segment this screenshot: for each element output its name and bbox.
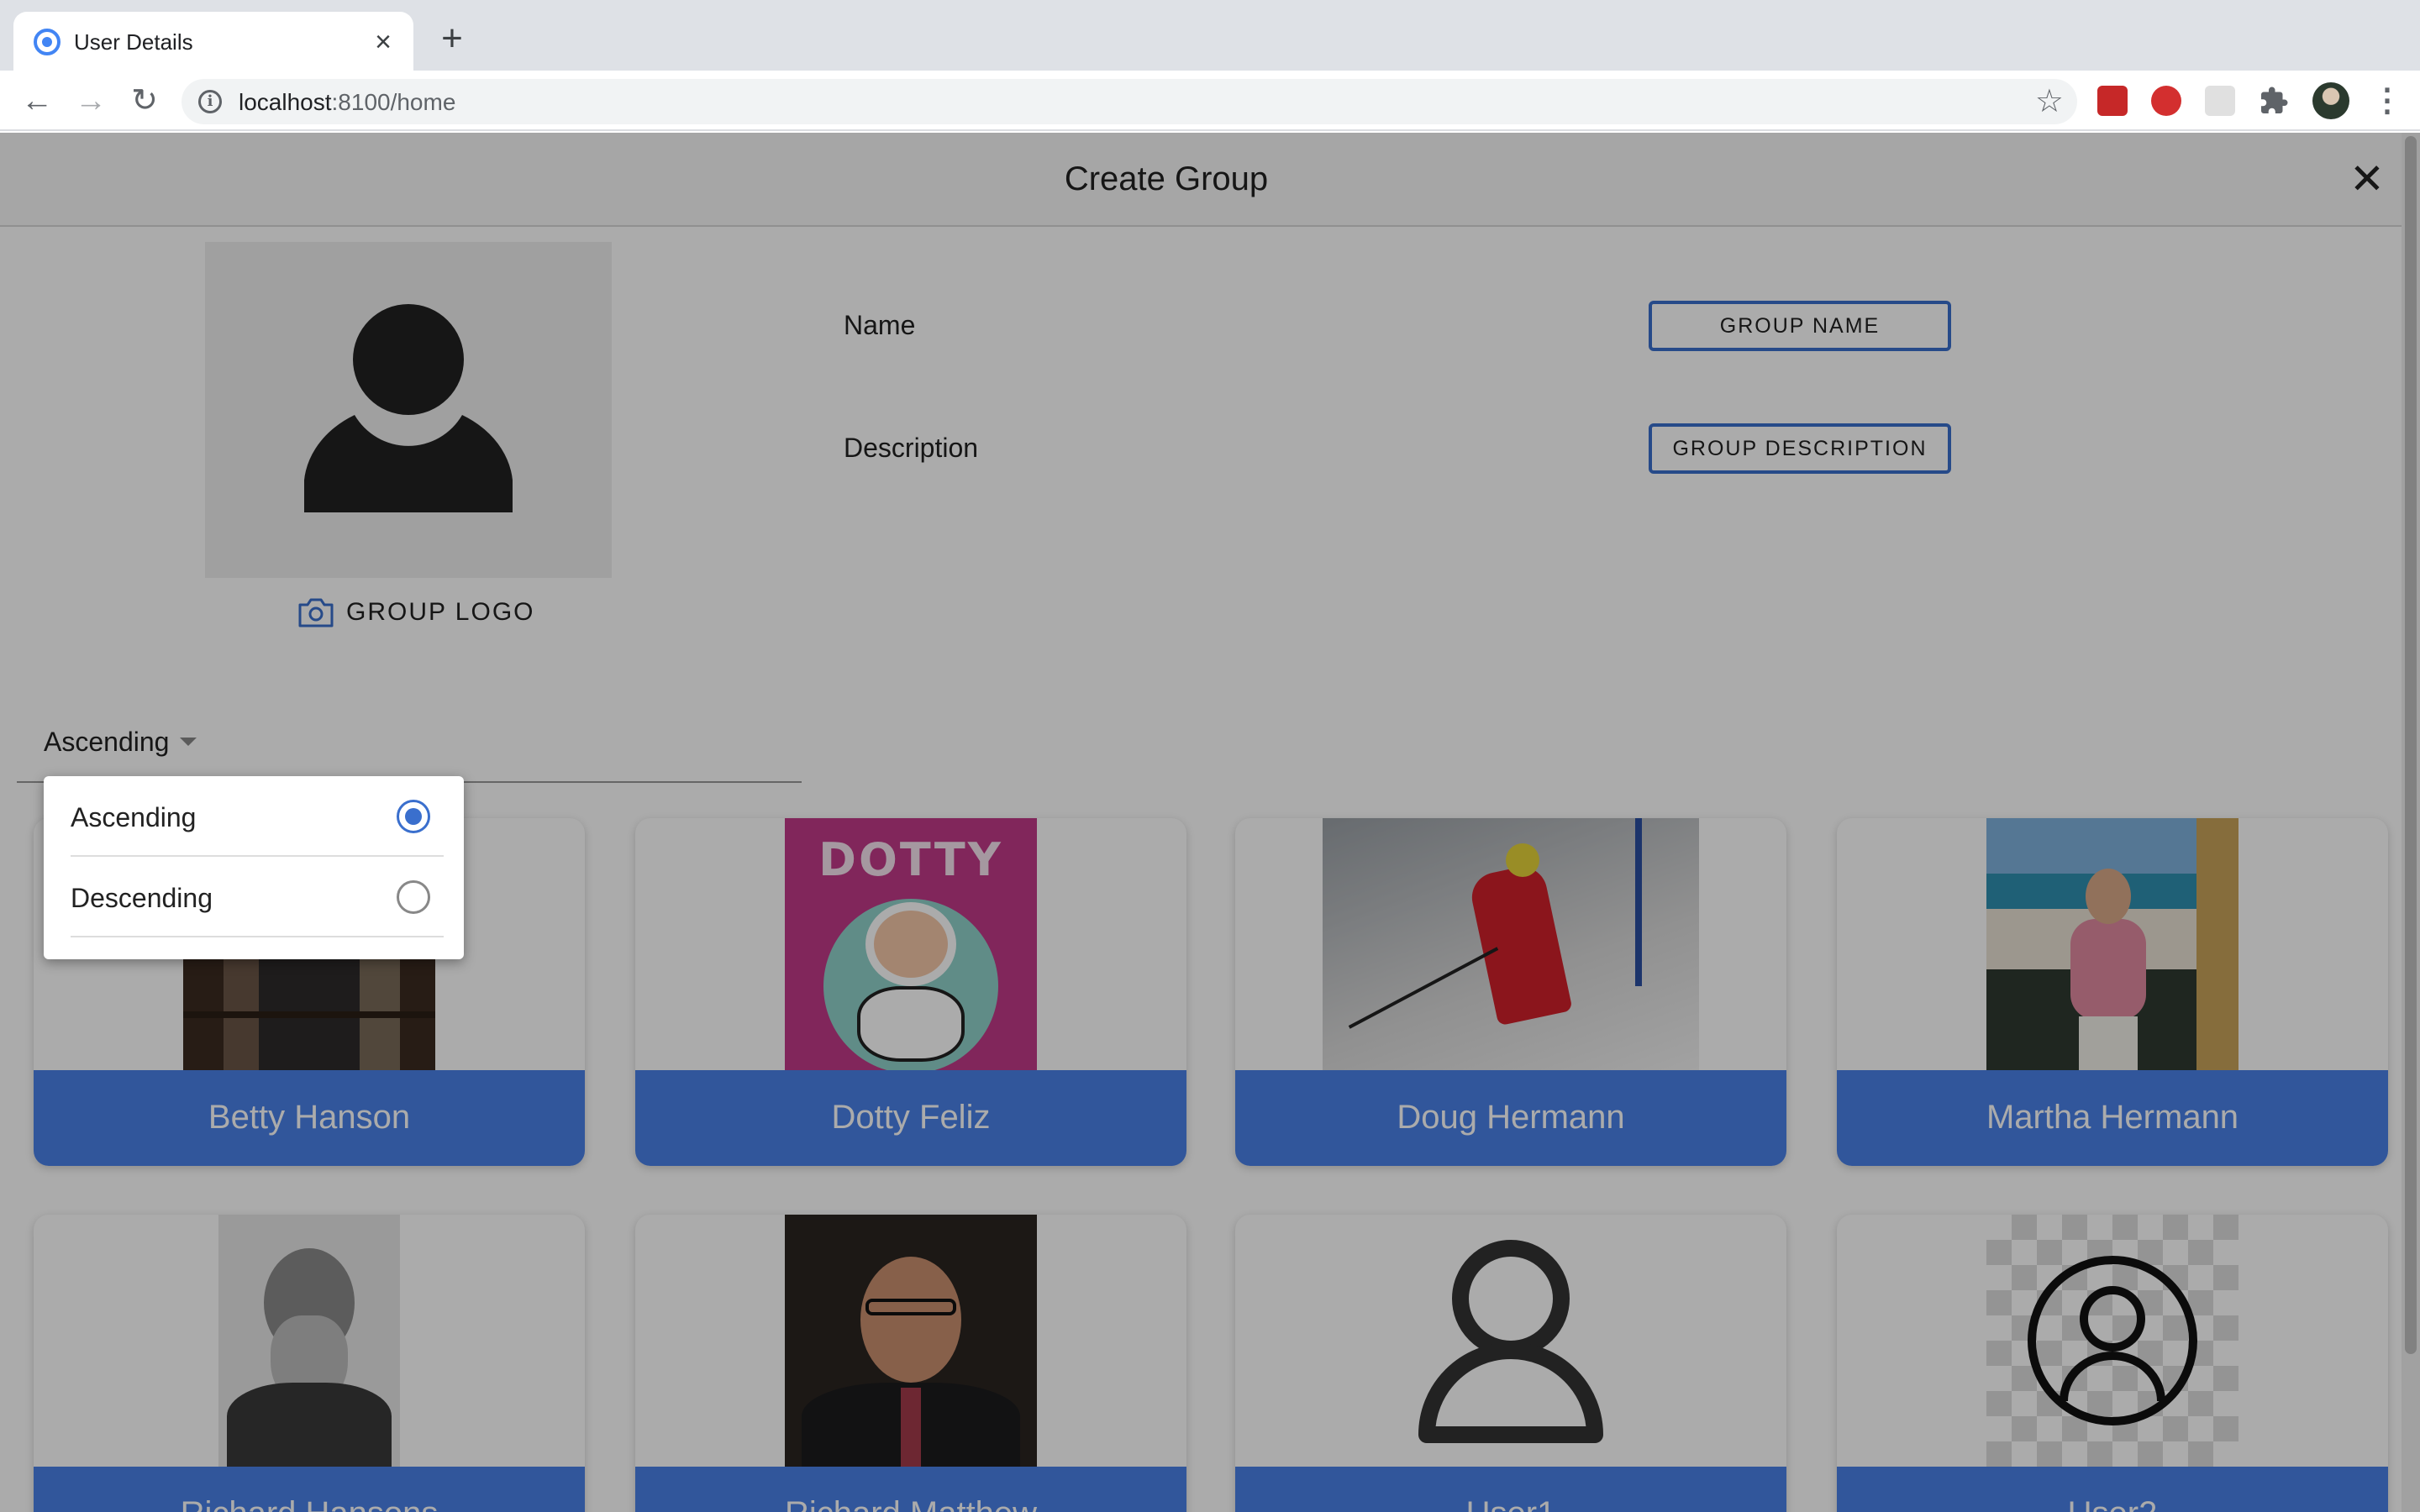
- extension-icon-video[interactable]: [2097, 86, 2128, 116]
- forward-button[interactable]: →: [71, 81, 111, 121]
- browser-toolbar: ← → ↻ i localhost:8100/home ☆ ⋮: [0, 71, 2420, 131]
- sort-option-ascending[interactable]: Ascending: [71, 776, 444, 857]
- radio-unchecked-icon[interactable]: [397, 880, 430, 914]
- option-label: Ascending: [71, 802, 197, 832]
- address-bar[interactable]: i localhost:8100/home ☆: [182, 79, 2077, 124]
- browser-tab[interactable]: User Details ×: [13, 12, 413, 72]
- sort-order-popover: Ascending Descending: [44, 776, 464, 959]
- option-label: Descending: [71, 883, 213, 913]
- radio-checked-icon[interactable]: [397, 800, 430, 833]
- reload-button[interactable]: ↻: [124, 81, 165, 121]
- url-text[interactable]: localhost:8100/home: [239, 89, 455, 116]
- profile-avatar[interactable]: [2312, 82, 2349, 119]
- tab-title: User Details: [74, 29, 193, 55]
- extension-icon-blank[interactable]: [2205, 86, 2235, 116]
- page-viewport: Create Group ✕ GROUP LOGO Name GROUP NAM…: [0, 133, 2420, 1512]
- favicon-icon: [34, 29, 60, 55]
- tab-close-icon[interactable]: ×: [366, 25, 400, 59]
- browser-tabstrip: User Details × +: [0, 0, 2420, 72]
- extensions-puzzle-icon[interactable]: [2259, 86, 2289, 116]
- extension-icon-adblock[interactable]: [2151, 86, 2181, 116]
- browser-menu-icon[interactable]: ⋮: [2371, 82, 2403, 119]
- site-info-icon[interactable]: i: [198, 90, 222, 113]
- back-button[interactable]: ←: [17, 81, 57, 121]
- bookmark-star-icon[interactable]: ☆: [2035, 84, 2064, 119]
- url-host: localhost: [239, 89, 332, 115]
- sort-option-descending[interactable]: Descending: [71, 857, 444, 937]
- new-tab-button[interactable]: +: [434, 20, 471, 57]
- url-path: :8100/home: [331, 89, 456, 115]
